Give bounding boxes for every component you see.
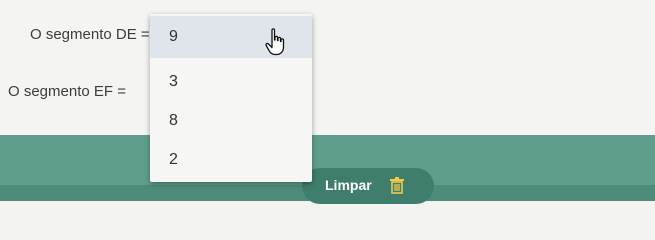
option-label: 8 <box>169 112 178 129</box>
clear-button-label: Limpar <box>325 177 372 193</box>
dropdown-option[interactable]: 2 <box>150 139 312 181</box>
dropdown-option[interactable]: 3 <box>150 61 312 103</box>
hand-pointer-icon <box>265 28 285 56</box>
dropdown-option[interactable]: 8 <box>150 100 312 142</box>
option-label: 9 <box>169 28 178 45</box>
option-label: 2 <box>169 151 178 168</box>
option-label: 3 <box>169 73 178 90</box>
segment-options-dropdown[interactable]: 9 3 8 2 <box>150 14 312 182</box>
segment-ef-label: O segmento EF = <box>8 83 126 100</box>
dropdown-option[interactable]: 9 <box>150 16 312 58</box>
trash-icon <box>390 177 404 194</box>
segment-de-label: O segmento DE = <box>30 26 150 43</box>
clear-button[interactable]: Limpar <box>302 168 434 204</box>
question-card: O segmento DE = O segmento EF = <box>0 0 655 135</box>
